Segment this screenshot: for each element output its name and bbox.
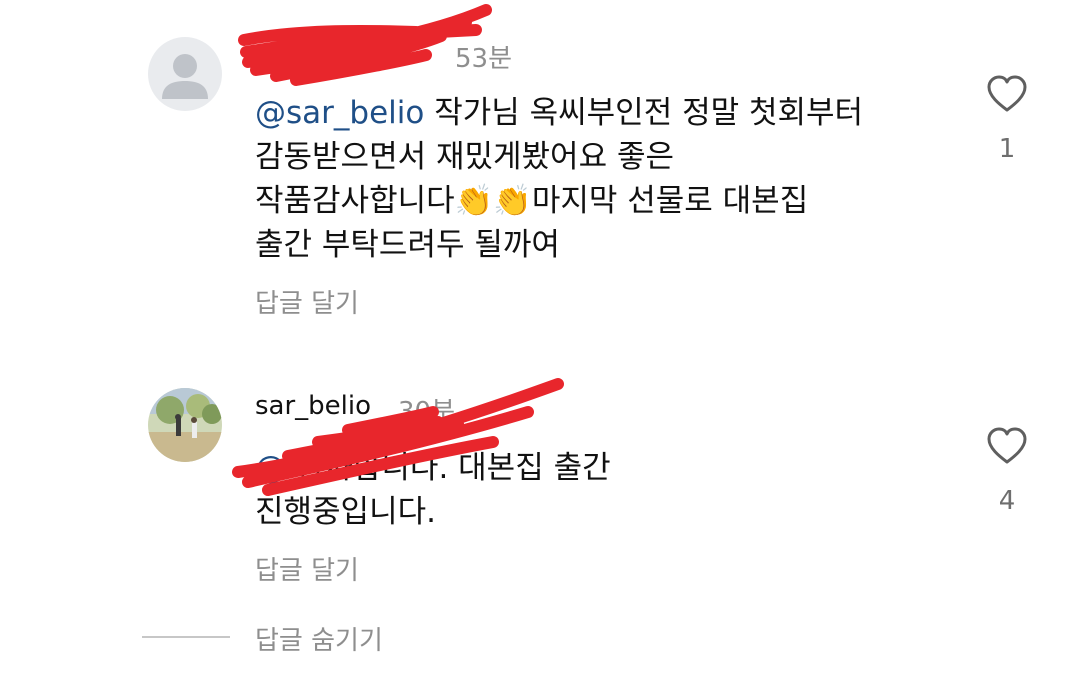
like-group: 4 — [982, 426, 1032, 516]
hide-replies-button[interactable]: 답글 숨기기 — [255, 620, 383, 657]
comment-body: 감사합니다. 대본집 출간 진행중입니다. — [255, 450, 611, 530]
reply-button[interactable]: 답글 달기 — [255, 283, 359, 320]
comment-time: 53분 — [455, 44, 513, 74]
reply-button[interactable]: 답글 달기 — [255, 550, 359, 587]
like-count: 1 — [998, 134, 1016, 164]
comment-time: 30분 — [398, 397, 456, 427]
comment-text: @ 감사합니다. 대본집 출간 진행중입니다. — [255, 446, 955, 534]
default-user-icon[interactable] — [148, 37, 222, 111]
comment-text: @sar_belio 작가님 옥씨부인전 정말 첫회부터 감동받으면서 재밌게봤… — [255, 91, 955, 267]
like-group: 1 — [982, 74, 1032, 164]
like-count: 4 — [998, 486, 1016, 516]
mention-link[interactable]: @sar_belio — [255, 95, 424, 131]
heart-icon[interactable] — [985, 426, 1029, 466]
comment-username[interactable]: sar_belio — [255, 391, 371, 421]
profile-photo[interactable] — [148, 388, 222, 462]
divider-line — [142, 636, 230, 638]
mention-link[interactable]: @ — [255, 450, 286, 486]
heart-icon[interactable] — [985, 74, 1029, 114]
